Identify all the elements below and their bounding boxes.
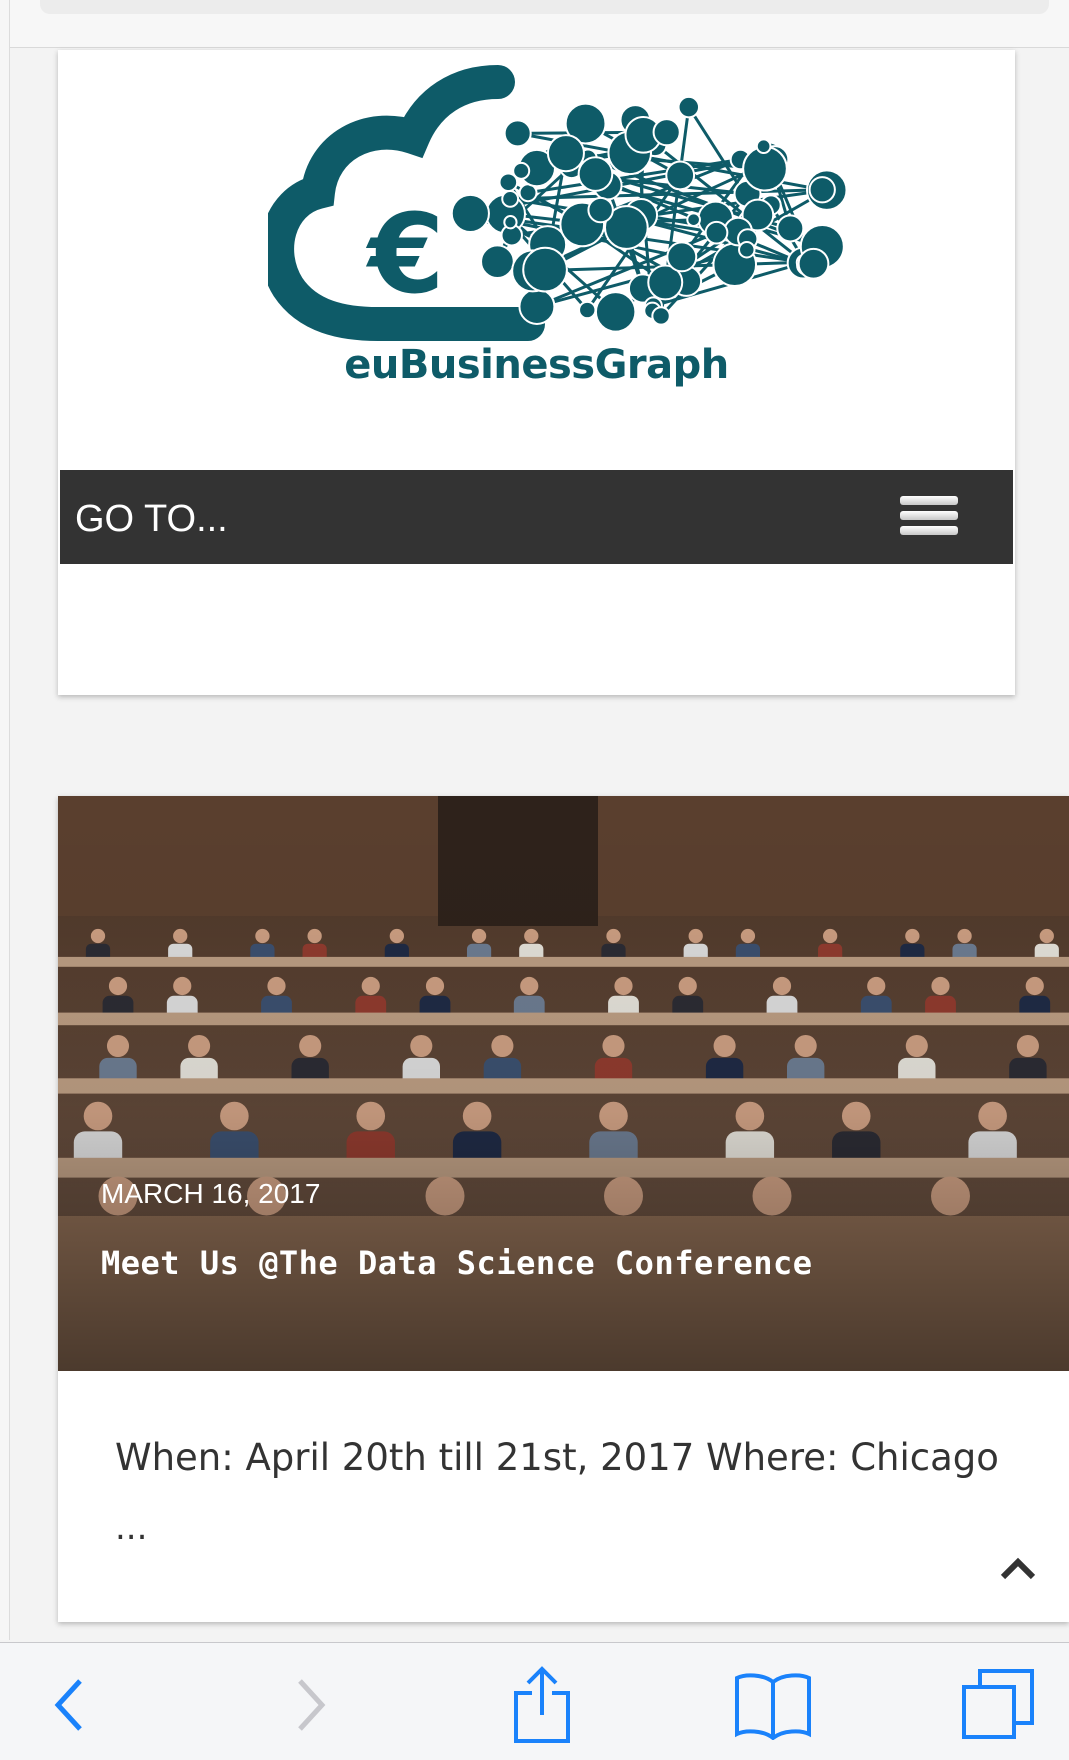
address-bar-strip (40, 0, 1049, 14)
site-logo[interactable]: € euBusinessGraph (58, 50, 1015, 470)
post-featured-image[interactable]: MARCH 16, 2017 Meet Us @The Data Science… (58, 796, 1069, 1371)
chevron-up-icon[interactable] (1000, 1555, 1036, 1581)
tabs-icon[interactable] (958, 1665, 1038, 1745)
nav-label: GO TO... (75, 498, 228, 540)
browser-toolbar (0, 1642, 1069, 1760)
site-header-card: € euBusinessGraph GO TO... (58, 50, 1015, 695)
post-read-more[interactable]: ... (115, 1508, 147, 1548)
post-date: MARCH 16, 2017 (101, 1178, 321, 1209)
post-excerpt: When: April 20th till 21st, 2017 Where: … (115, 1436, 999, 1479)
cloud-euro-network-logo-icon: € (268, 65, 848, 341)
book-icon[interactable] (733, 1665, 813, 1745)
browser-address-bar (0, 0, 1069, 48)
chevron-left-icon[interactable] (30, 1665, 110, 1745)
conference-photo (58, 796, 1069, 1371)
share-icon[interactable] (502, 1665, 582, 1745)
hamburger-icon[interactable] (900, 496, 958, 540)
post-card: MARCH 16, 2017 Meet Us @The Data Science… (58, 796, 1069, 1622)
svg-text:€: € (365, 190, 445, 318)
chevron-right-icon[interactable] (270, 1665, 350, 1745)
mobile-nav-bar[interactable]: GO TO... (60, 470, 1013, 564)
post-title[interactable]: Meet Us @The Data Science Conference (101, 1244, 813, 1282)
page-left-edge (0, 0, 10, 1640)
brand-name: euBusinessGraph (344, 342, 729, 388)
